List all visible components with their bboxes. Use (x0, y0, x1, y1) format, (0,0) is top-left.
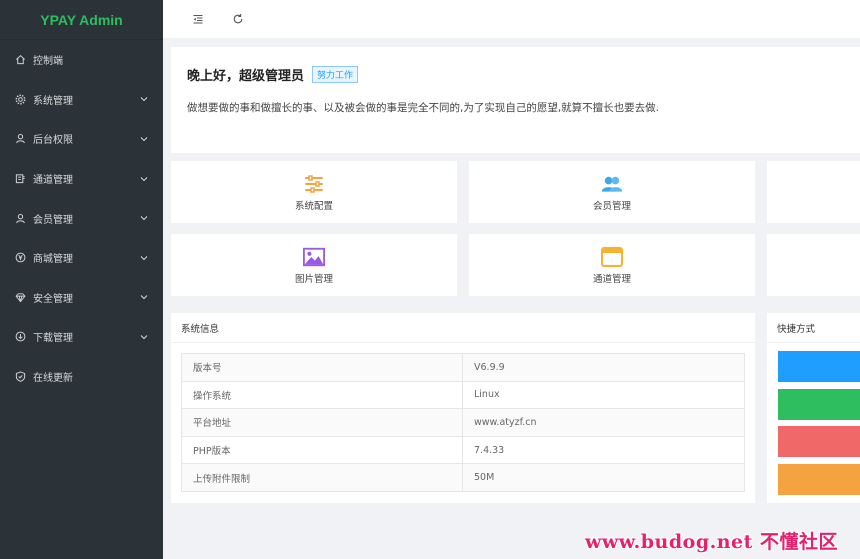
chevron-down-icon (139, 253, 149, 263)
shield-check-icon (14, 371, 26, 383)
gear-icon (14, 93, 26, 105)
top-bar (163, 0, 860, 38)
sidebar-item-label: 在线更新 (33, 373, 73, 385)
panel-title: 系统信息 (171, 313, 755, 343)
sidebar-item-security[interactable]: 安全管理 (0, 278, 163, 318)
system-info-table: 版本号 V6.9.9 操作系统 Linux 平台地址 www.atyzf.cn … (181, 353, 745, 492)
table-cell-value: www.atyzf.cn (462, 408, 745, 437)
table-cell-value: 50M (462, 463, 745, 492)
channel-icon (14, 173, 26, 185)
sidebar-item-system[interactable]: 系统管理 (0, 80, 163, 120)
table-cell-key: PHP版本 (181, 435, 463, 465)
table-cell-value: Linux (462, 380, 745, 410)
home-icon (14, 54, 26, 66)
chevron-down-icon (139, 213, 149, 223)
image-icon (303, 246, 325, 268)
sidebar-item-dashboard[interactable]: 控制端 (0, 40, 163, 80)
card-label: 图片管理 (294, 273, 333, 285)
card-image-management[interactable]: 图片管理 (171, 234, 457, 296)
card-placeholder[interactable] (767, 161, 860, 223)
menu-fold-icon[interactable] (191, 12, 205, 26)
sidebar-item-label: 安全管理 (33, 293, 73, 305)
download-icon (14, 331, 26, 343)
sidebar-item-label: 商城管理 (33, 254, 73, 266)
table-cell-key: 上传附件限制 (181, 463, 463, 492)
table-row: 上传附件限制 50M (181, 463, 745, 492)
greeting-title: 晚上好，超级管理员 (187, 69, 305, 84)
card-label: 系统配置 (294, 200, 333, 212)
motto-text: 做想要做的事和做擅长的事、以及被会做的事是完全不同的,为了实现自己的愿望,就算不… (187, 102, 660, 114)
card-label: 通道管理 (592, 273, 631, 285)
sidebar-item-shop[interactable]: 商城管理 (0, 238, 163, 278)
table-row: PHP版本 7.4.33 (181, 435, 745, 465)
card-placeholder[interactable] (767, 234, 860, 296)
user-icon (14, 212, 26, 224)
sidebar-item-label: 下载管理 (33, 333, 73, 345)
system-info-panel: 系统信息 版本号 V6.9.9 操作系统 Linux 平台地址 www.atyz… (171, 313, 755, 503)
card-channel-management[interactable]: 通道管理 (469, 234, 755, 296)
table-cell-value: 7.4.33 (462, 435, 745, 465)
table-row: 操作系统 Linux (181, 380, 745, 410)
table-cell-value: V6.9.9 (462, 353, 745, 382)
diamond-icon (14, 291, 26, 303)
user-icon (14, 133, 26, 145)
sidebar-item-update[interactable]: 在线更新 (0, 357, 163, 397)
status-badge: 努力工作 (312, 66, 359, 83)
shortcut-button-red[interactable] (778, 426, 860, 457)
sidebar-item-label: 后台权限 (33, 135, 73, 147)
table-cell-key: 版本号 (181, 353, 463, 382)
shortcut-button-green[interactable] (778, 389, 860, 420)
table-row: 平台地址 www.atyzf.cn (181, 408, 745, 437)
chevron-down-icon (139, 94, 149, 104)
sidebar-item-downloads[interactable]: 下载管理 (0, 317, 163, 357)
sliders-icon (303, 173, 325, 195)
sidebar-item-permissions[interactable]: 后台权限 (0, 119, 163, 159)
chevron-down-icon (139, 174, 149, 184)
refresh-icon[interactable] (231, 12, 245, 26)
sidebar-item-channels[interactable]: 通道管理 (0, 159, 163, 199)
table-row: 版本号 V6.9.9 (181, 353, 745, 382)
card-system-config[interactable]: 系统配置 (171, 161, 457, 223)
sidebar-item-label: 系统管理 (33, 95, 73, 107)
table-cell-key: 平台地址 (181, 408, 463, 437)
card-member-management[interactable]: 会员管理 (469, 161, 755, 223)
sidebar-item-members[interactable]: 会员管理 (0, 198, 163, 238)
shortcuts-panel: 快捷方式 (767, 313, 860, 503)
sidebar-item-label: 会员管理 (33, 214, 73, 226)
chevron-down-icon (139, 134, 149, 144)
chevron-down-icon (139, 332, 149, 342)
sidebar-item-label: 控制端 (33, 56, 63, 68)
card-label: 会员管理 (592, 200, 631, 212)
yen-icon (14, 252, 26, 264)
shortcut-button-blue[interactable] (778, 351, 860, 382)
panel-title: 快捷方式 (767, 313, 860, 343)
window-icon (601, 246, 623, 268)
users-icon (601, 173, 623, 195)
sidebar-menu: 控制端 系统管理 后台权限 通道管理 会员管理 商城管理 安全管理 下载管理 在… (0, 40, 163, 396)
sidebar-item-label: 通道管理 (33, 175, 73, 187)
sidebar: YPAY Admin 控制端 系统管理 后台权限 通道管理 会员管理 商城管理 … (0, 0, 163, 559)
chevron-down-icon (139, 292, 149, 302)
table-cell-key: 操作系统 (181, 380, 463, 410)
welcome-card: 晚上好，超级管理员 努力工作 做想要做的事和做擅长的事、以及被会做的事是完全不同… (171, 47, 860, 153)
watermark: www.budog.net 不懂社区 (585, 531, 839, 553)
shortcut-button-orange[interactable] (778, 464, 860, 495)
app-logo[interactable]: YPAY Admin (0, 0, 163, 40)
